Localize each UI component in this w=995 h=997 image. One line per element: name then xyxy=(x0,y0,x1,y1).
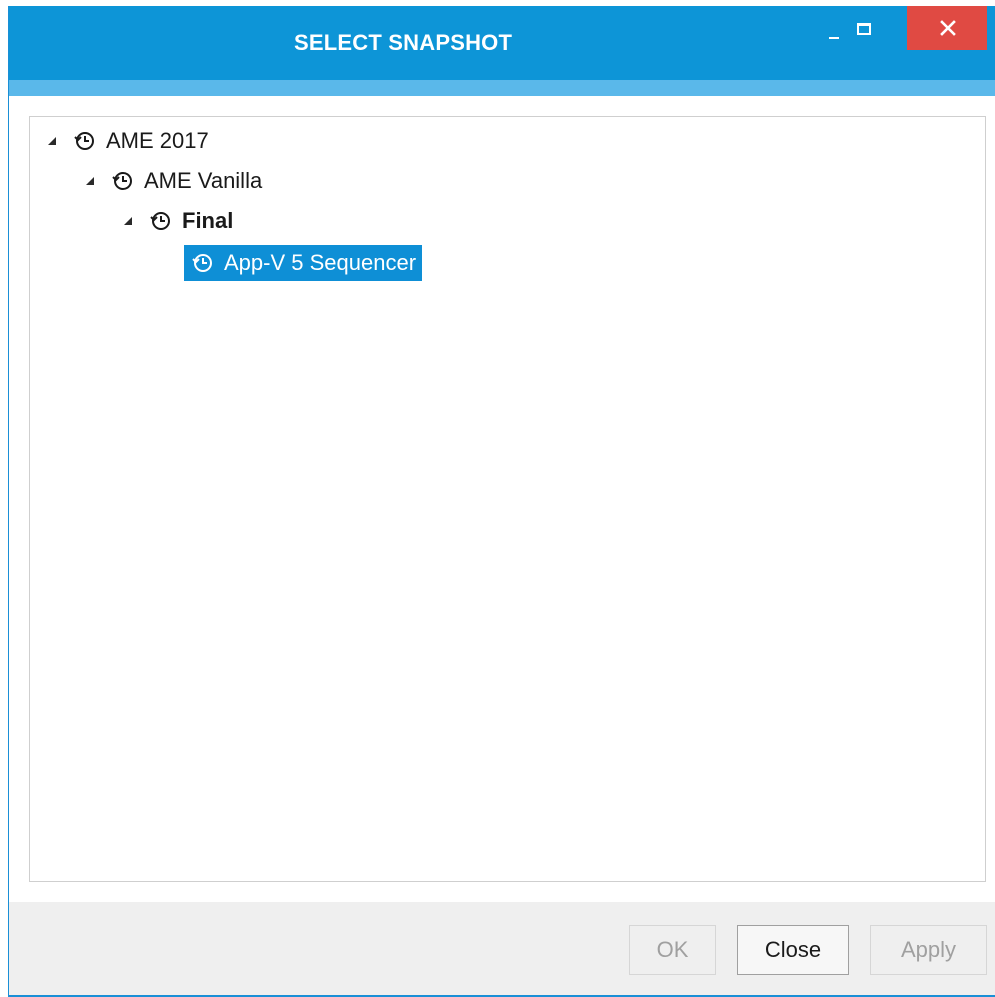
history-clock-icon xyxy=(192,252,214,274)
expanded-triangle-icon[interactable] xyxy=(86,177,94,185)
title-bar[interactable]: SELECT SNAPSHOT xyxy=(9,6,995,80)
close-window-button[interactable] xyxy=(907,6,987,50)
tree-node-label: App-V 5 Sequencer xyxy=(224,250,417,275)
tree-node-app-v-5-sequencer[interactable]: App-V 5 Sequencer xyxy=(184,245,423,281)
tree-node-label: AME Vanilla xyxy=(144,168,263,193)
tree-node-ame-vanilla[interactable]: AME Vanilla xyxy=(86,165,262,197)
title-accent-strip xyxy=(9,80,995,96)
history-clock-icon xyxy=(74,130,96,152)
snapshot-tree[interactable]: AME 2017 AME Vanilla Final App-V 5 Seque… xyxy=(29,116,986,882)
history-clock-icon xyxy=(112,170,134,192)
expanded-triangle-icon[interactable] xyxy=(48,137,56,145)
history-clock-icon xyxy=(150,210,172,232)
select-snapshot-dialog: SELECT SNAPSHOT AME 2017 AME Vanilla Fin… xyxy=(8,6,995,997)
maximize-button[interactable] xyxy=(852,6,882,50)
tree-node-final[interactable]: Final xyxy=(124,205,233,237)
window-title: SELECT SNAPSHOT xyxy=(294,30,513,55)
tree-node-ame-2017[interactable]: AME 2017 xyxy=(48,125,209,157)
tree-node-label: Final xyxy=(182,208,234,233)
dialog-footer: OK Close Apply xyxy=(9,902,995,997)
apply-button[interactable]: Apply xyxy=(870,925,987,975)
ok-button[interactable]: OK xyxy=(629,925,716,975)
expanded-triangle-icon[interactable] xyxy=(124,217,132,225)
tree-node-label: AME 2017 xyxy=(106,128,209,153)
minimize-button[interactable] xyxy=(821,6,851,50)
close-button[interactable]: Close xyxy=(737,925,849,975)
close-icon xyxy=(940,20,956,36)
